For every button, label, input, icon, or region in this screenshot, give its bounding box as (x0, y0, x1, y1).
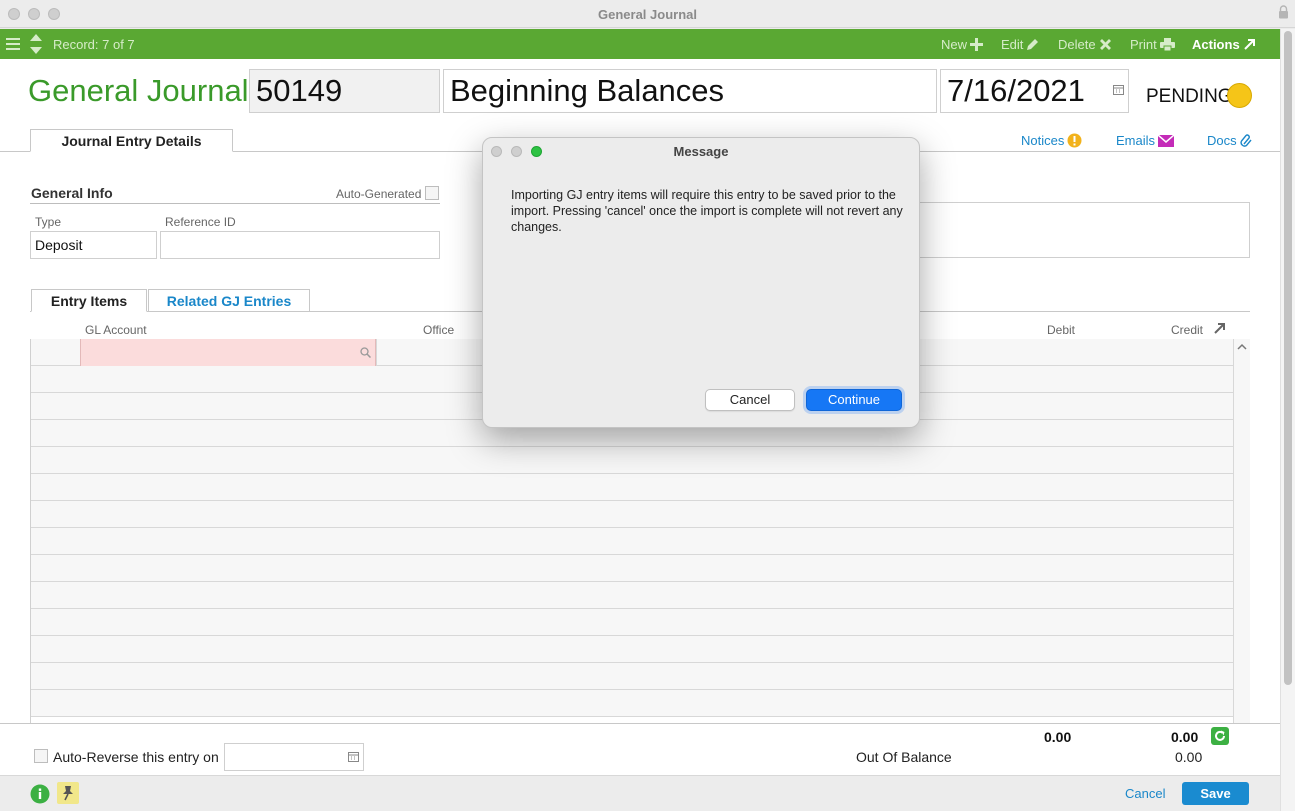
modal-overlay: Message Importing GJ entry items will re… (0, 0, 1295, 811)
dialog-title: Message (673, 144, 729, 159)
dialog-cancel-button[interactable]: Cancel (705, 389, 795, 411)
dialog-message: Importing GJ entry items will require th… (511, 188, 903, 234)
message-dialog: Message Importing GJ entry items will re… (482, 137, 920, 428)
dialog-continue-button[interactable]: Continue (806, 389, 902, 411)
